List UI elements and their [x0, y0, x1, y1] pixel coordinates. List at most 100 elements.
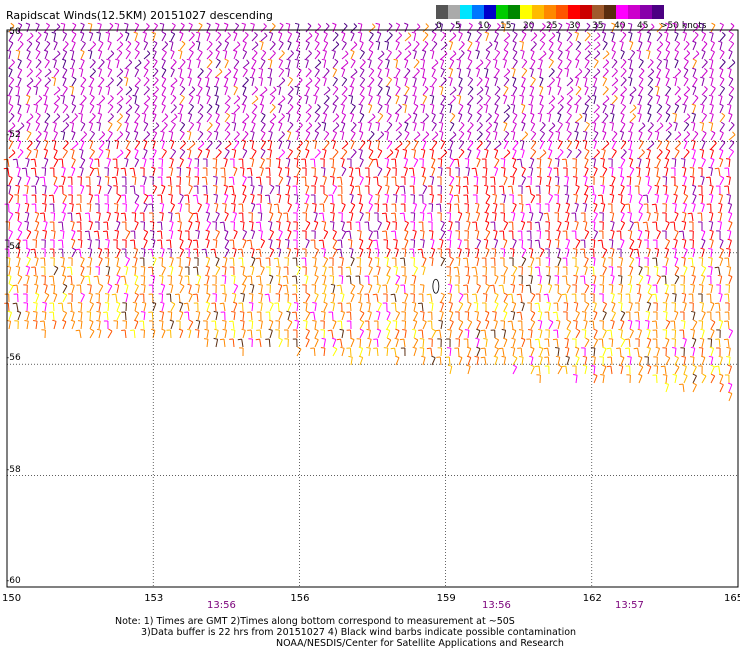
wind-barb	[134, 132, 139, 141]
wind-barb	[431, 240, 435, 249]
wind-barb-flag	[135, 49, 140, 53]
wind-barb-flag	[304, 184, 309, 187]
wind-barb-flag	[531, 76, 536, 80]
wind-barb	[647, 88, 654, 96]
wind-barb	[242, 294, 245, 303]
wind-barb	[305, 212, 307, 222]
wind-barb-flag	[574, 76, 579, 79]
wind-barb	[404, 24, 409, 33]
wind-barb-flag	[34, 283, 39, 286]
wind-barb-flag	[98, 256, 103, 260]
wind-barb	[431, 142, 438, 150]
wind-barb	[80, 159, 86, 168]
wind-barb	[35, 285, 39, 294]
wind-barb-flag	[51, 139, 57, 142]
wind-barb	[611, 141, 617, 150]
wind-barb-flag	[276, 275, 281, 277]
wind-barb	[593, 53, 601, 60]
wind-barb-flag	[666, 112, 671, 116]
wind-barb	[134, 150, 139, 159]
wind-barb	[521, 134, 529, 141]
wind-barb	[242, 34, 249, 42]
wind-barb-flag	[80, 292, 85, 296]
wind-barb	[161, 267, 166, 276]
wind-barb	[458, 52, 465, 60]
wind-barb	[440, 185, 442, 195]
wind-barb-flag	[56, 95, 61, 99]
wind-barb	[674, 78, 678, 87]
wind-barb	[503, 79, 510, 87]
wind-barb	[449, 285, 453, 294]
wind-barb-flag	[63, 85, 68, 89]
wind-barb-flag	[475, 211, 480, 214]
wind-barb-flag	[358, 148, 363, 151]
wind-barb	[692, 26, 700, 33]
wind-barb-flag	[313, 265, 318, 268]
wind-barb	[44, 105, 49, 114]
wind-barb	[152, 88, 159, 96]
wind-barb-flag	[714, 167, 719, 170]
wind-barb-flag	[426, 293, 431, 296]
wind-barb	[656, 106, 663, 114]
wind-barb	[557, 78, 561, 87]
wind-barb	[17, 51, 21, 60]
wind-barb	[683, 249, 688, 258]
wind-barb-flag	[387, 49, 392, 53]
wind-barb	[611, 51, 616, 60]
wind-barb	[232, 177, 235, 186]
wind-barb	[359, 52, 365, 60]
wind-barb	[449, 276, 452, 285]
wind-barb	[296, 24, 300, 33]
wind-barb-flag	[277, 166, 282, 169]
wind-barb-flag	[546, 85, 552, 88]
wind-barb	[511, 294, 514, 303]
wind-barb	[71, 105, 77, 114]
wind-barb-flag	[555, 184, 560, 187]
wind-barb-flag	[658, 58, 662, 62]
wind-barb-flag	[376, 283, 381, 286]
wind-barb	[260, 114, 266, 123]
wind-barb-flag	[161, 94, 166, 98]
wind-barb-flag	[106, 157, 111, 160]
wind-barb	[728, 105, 732, 114]
wind-barb	[683, 204, 688, 213]
wind-barb-flag	[178, 274, 183, 277]
wind-barb	[62, 43, 69, 51]
wind-barb-flag	[717, 274, 722, 277]
wind-barb-flag	[691, 148, 696, 151]
wind-barb	[53, 159, 59, 168]
wind-barb-flag	[296, 265, 301, 269]
wind-barb	[485, 294, 488, 303]
wind-barb	[251, 132, 255, 141]
wind-barb-flag	[56, 23, 61, 27]
wind-barb	[466, 176, 469, 186]
wind-barb-flag	[12, 158, 17, 161]
wind-barb	[17, 87, 20, 96]
wind-barb	[530, 24, 535, 33]
wind-barb-flag	[35, 22, 40, 26]
wind-barb	[548, 98, 556, 105]
wind-barb	[53, 132, 58, 141]
wind-barb	[494, 78, 498, 87]
wind-barb	[521, 114, 527, 123]
wind-barb-flag	[90, 94, 95, 98]
wind-barb-flag	[276, 239, 281, 241]
wind-barb	[413, 150, 416, 159]
wind-barb	[386, 52, 392, 60]
wind-barb	[386, 42, 389, 51]
wind-barb	[35, 150, 39, 159]
wind-barb	[512, 276, 516, 285]
wind-barb	[557, 186, 560, 195]
wind-barb	[656, 25, 663, 33]
wind-barb-flag	[11, 59, 15, 63]
wind-barb-flag	[110, 113, 114, 117]
wind-barb-flag	[450, 157, 455, 161]
wind-barb-flag	[8, 175, 13, 179]
wind-barb-flag	[161, 184, 166, 188]
wind-barb	[134, 177, 137, 186]
wind-barb	[296, 168, 302, 177]
wind-barb	[611, 80, 619, 87]
wind-barb-flag	[532, 130, 537, 135]
wind-barb-flag	[545, 185, 550, 187]
wind-barb-flag	[638, 229, 643, 233]
